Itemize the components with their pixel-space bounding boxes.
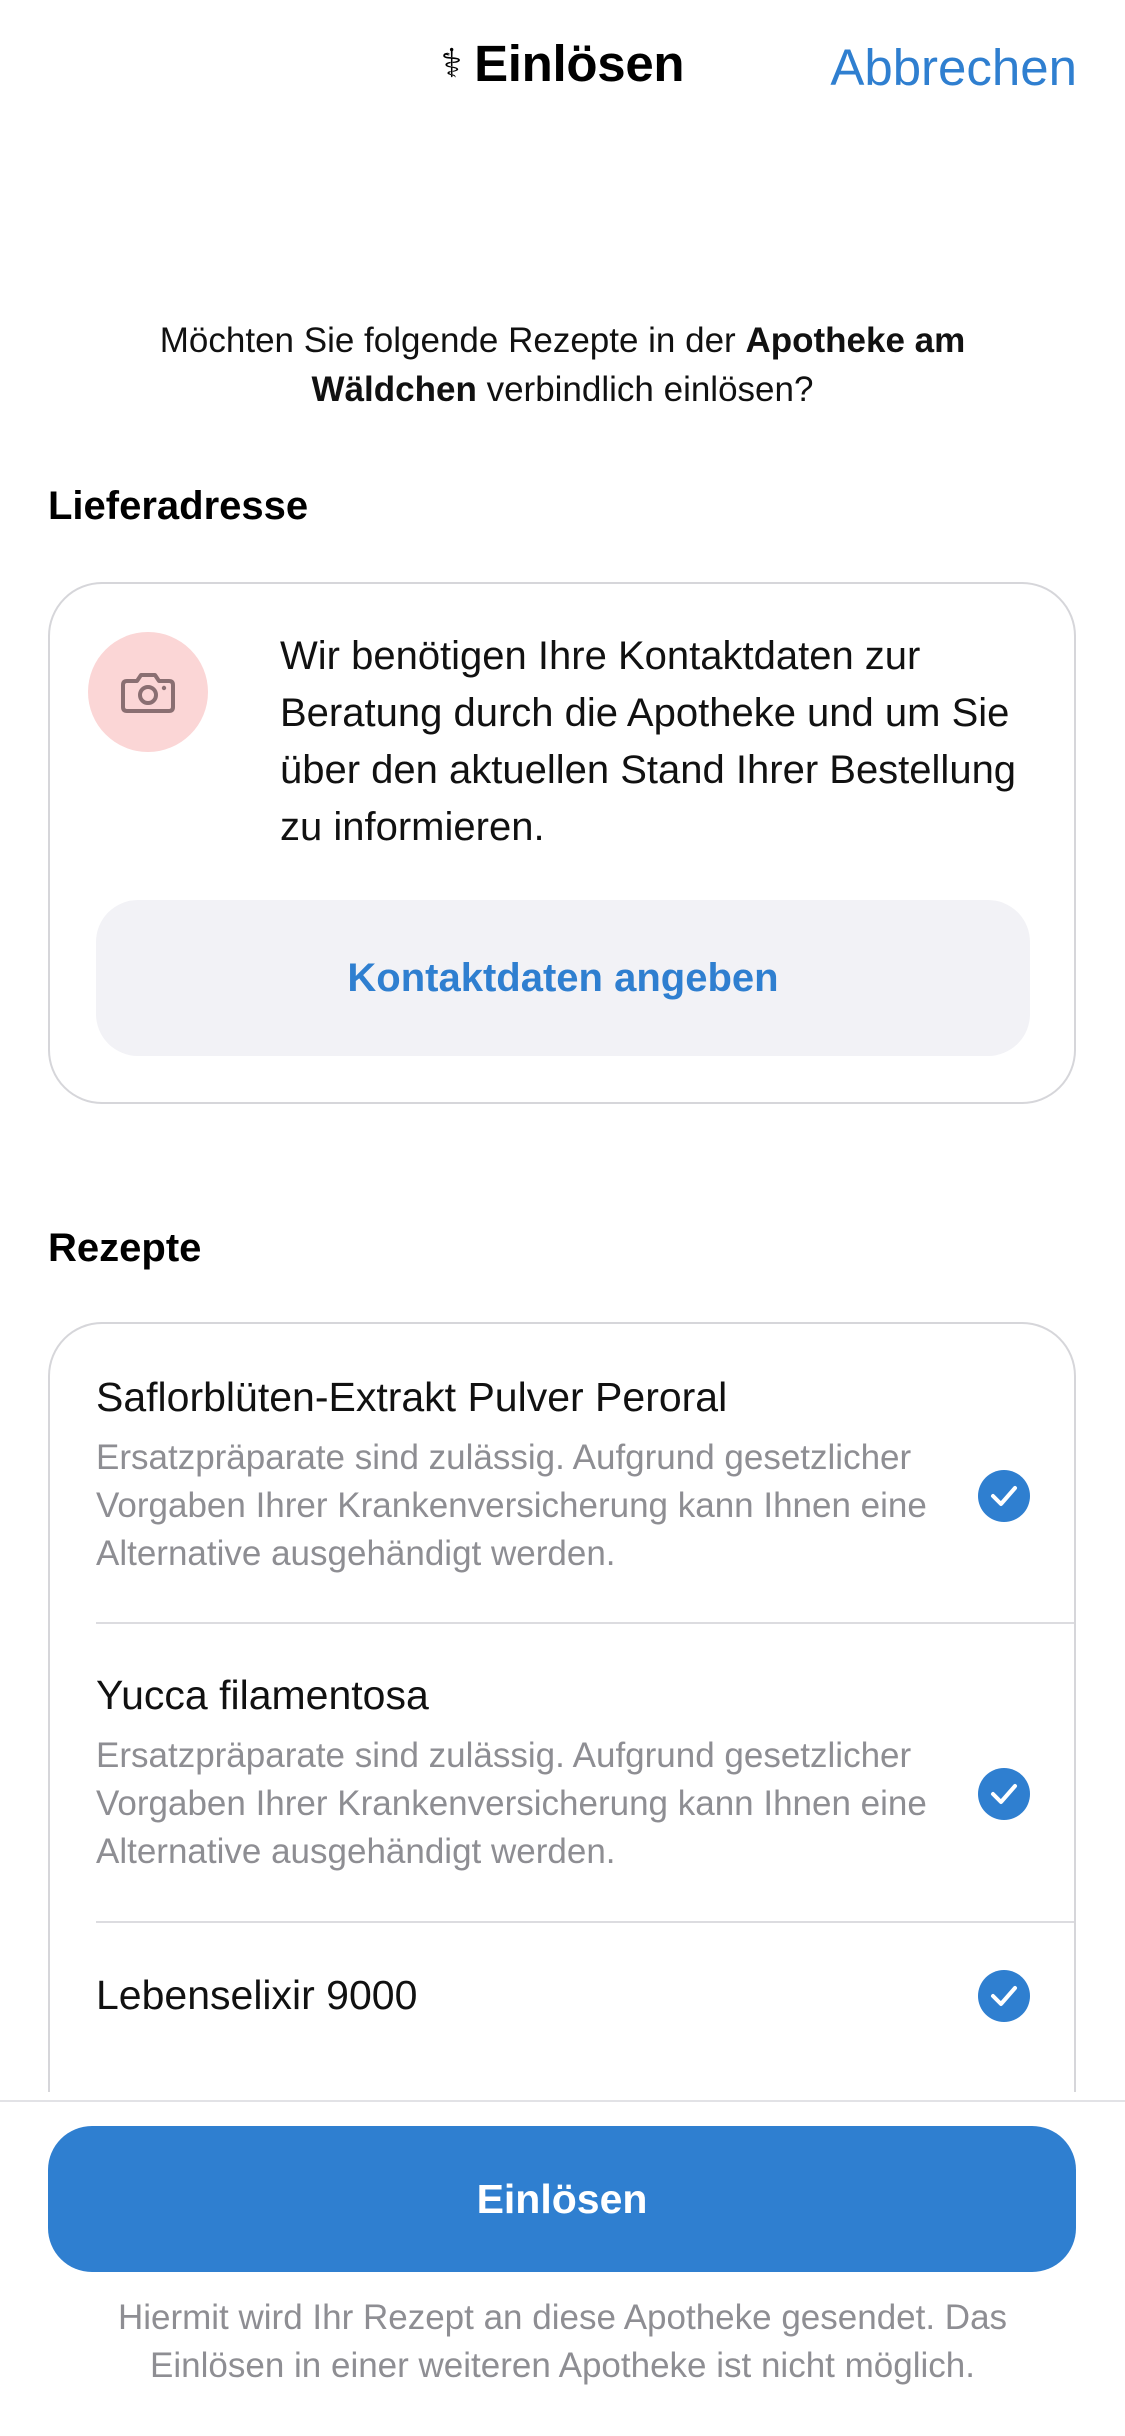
intro-suffix: verbindlich einlösen? <box>476 370 814 409</box>
address-card: Wir benötigen Ihre Kontaktdaten zur Bera… <box>48 582 1076 1104</box>
footer-note: Hiermit wird Ihr Rezept an diese Apothek… <box>117 2298 1008 2385</box>
prescription-name: Saflorblüten-Extrakt Pulver Peroral <box>96 1374 728 1420</box>
camera-icon <box>121 673 175 713</box>
navigation-bar: ⚕ Einlösen Abbrechen <box>0 0 1125 140</box>
prescription-name: Yucca filamentosa <box>96 1672 429 1718</box>
prescription-name: Lebenselixir 9000 <box>96 1972 418 2018</box>
list-item[interactable]: Saflorblüten-Extrakt Pulver Peroral Ersa… <box>50 1374 1074 1624</box>
avatar <box>88 632 208 752</box>
list-divider <box>96 1921 1074 1923</box>
cancel-button[interactable]: Abbrechen <box>830 38 1077 97</box>
caduceus-icon: ⚕ <box>440 42 463 86</box>
prescriptions-list: Saflorblüten-Extrakt Pulver Peroral Ersa… <box>48 1322 1076 2092</box>
redeem-button[interactable]: Einlösen <box>48 2126 1076 2272</box>
intro-prefix: Möchten Sie folgende Rezepte in der <box>159 321 746 360</box>
checkmark-icon[interactable] <box>978 1470 1030 1522</box>
prescription-description: Ersatzpräparate sind zulässig. Aufgrund … <box>96 1438 927 1573</box>
redeem-screen: ⚕ Einlösen Abbrechen Möchten Sie folgende… <box>0 0 1125 2436</box>
address-info-text: Wir benötigen Ihre Kontaktdaten zur Bera… <box>280 634 1017 849</box>
provide-contact-button[interactable]: Kontaktdaten angeben <box>96 900 1030 1056</box>
list-item[interactable]: Yucca filamentosa Ersatzpräparate sind z… <box>50 1672 1074 1922</box>
checkmark-icon[interactable] <box>978 1768 1030 1820</box>
intro-text: Möchten Sie folgende Rezepte in der Apot… <box>90 316 1035 414</box>
checkmark-icon[interactable] <box>978 1970 1030 2022</box>
list-item[interactable]: Lebenselixir 9000 <box>50 1970 1074 2072</box>
prescription-description: Ersatzpräparate sind zulässig. Aufgrund … <box>96 1736 927 1871</box>
page-title-text: Einlösen <box>474 35 685 92</box>
list-divider <box>96 1622 1074 1624</box>
prescriptions-section-title: Rezepte <box>48 1226 202 1270</box>
address-section-title: Lieferadresse <box>48 484 309 528</box>
bottom-divider <box>0 2100 1125 2102</box>
